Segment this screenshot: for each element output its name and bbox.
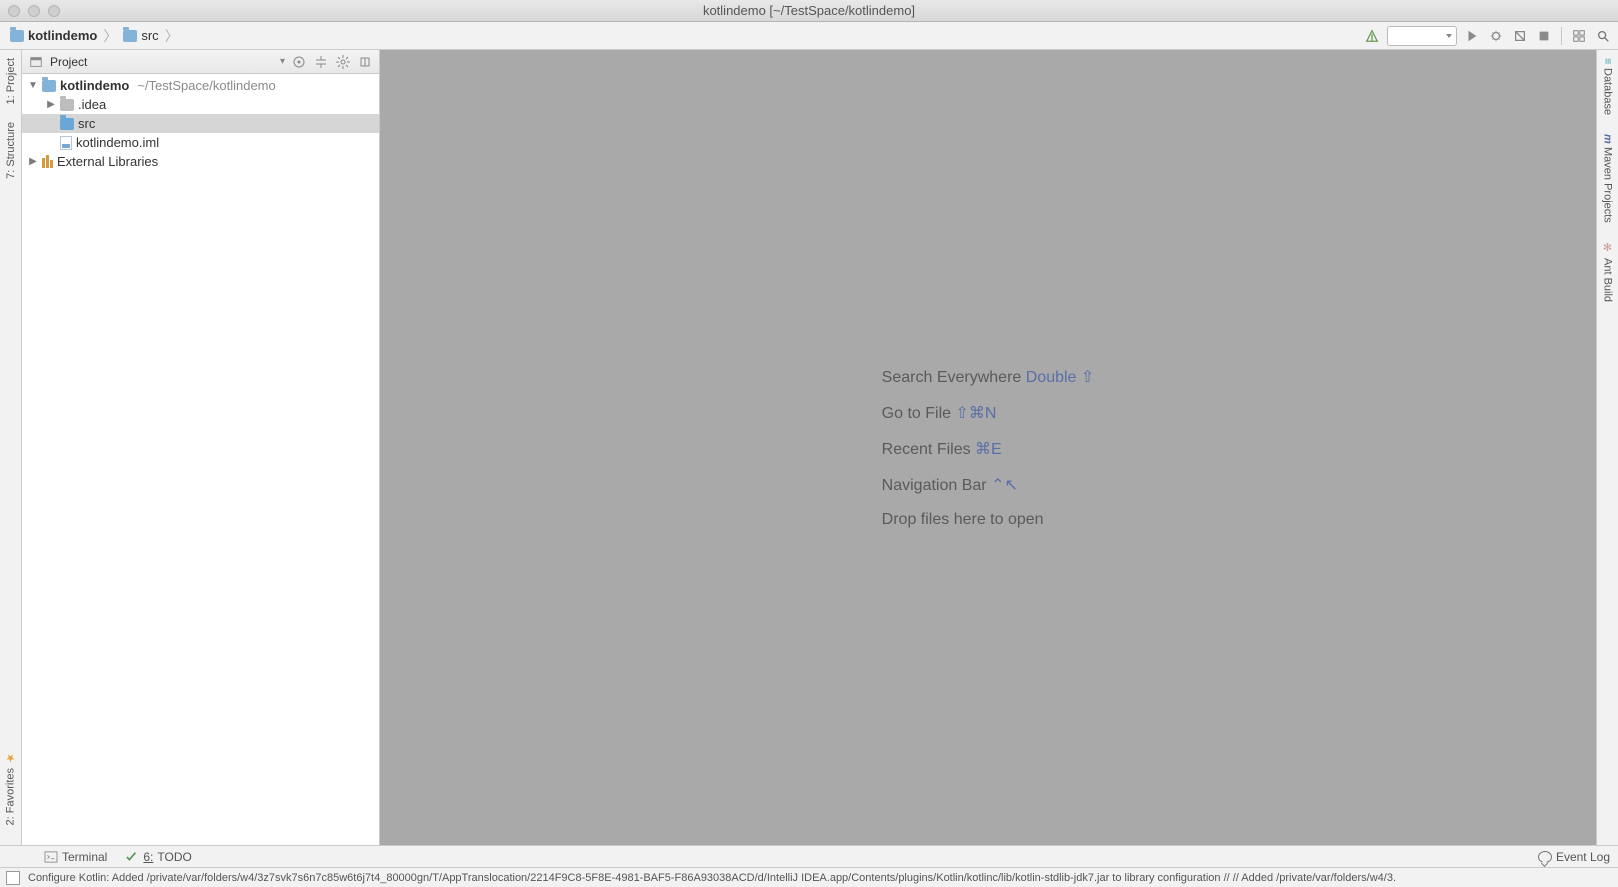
traffic-lights [8, 5, 60, 17]
run-button[interactable] [1463, 27, 1481, 45]
title-bar: kotlindemo [~/TestSpace/kotlindemo] [0, 0, 1618, 22]
tree-node-external-libraries[interactable]: ▶ External Libraries [22, 152, 379, 171]
tree-root-node[interactable]: ▼ kotlindemo ~/TestSpace/kotlindemo [22, 76, 379, 95]
chevron-down-icon[interactable]: ▾ [280, 56, 285, 67]
tool-tab-database-label: Database [1602, 68, 1614, 115]
hint-shortcut: Double ⇧ [1026, 369, 1095, 386]
breadcrumb-separator: 〉 [103, 26, 117, 46]
hint-recent-files: Recent Files ⌘E [882, 439, 1095, 459]
breadcrumb-src[interactable]: src [119, 26, 162, 45]
hint-drop-files: Drop files here to open [882, 511, 1095, 529]
bottom-tool-bar: Terminal 6: TODO Event Log [0, 845, 1618, 867]
tree-node-src-label: src [78, 116, 95, 131]
project-structure-button[interactable] [1570, 27, 1588, 45]
expand-arrow-icon[interactable]: ▶ [28, 156, 38, 167]
tool-tab-project[interactable]: 1: Project [5, 54, 17, 108]
project-tool-window: Project ▾ ▼ kotlindemo ~/TestSpace/kotli… [22, 50, 380, 845]
stop-button[interactable] [1535, 27, 1553, 45]
tool-tab-ant[interactable]: ✻ Ant Build [1601, 237, 1614, 306]
hint-goto-file: Go to File ⇧⌘N [882, 403, 1095, 423]
main-area: 1: Project 7: Structure 2: Favorites ★ P… [0, 50, 1618, 845]
folder-icon [10, 30, 24, 42]
right-tool-gutter: ≡ Database m Maven Projects ✻ Ant Build [1596, 50, 1618, 845]
tree-node-iml-label: kotlindemo.iml [76, 135, 159, 150]
separator [1561, 27, 1562, 45]
tool-tab-event-log-label: Event Log [1556, 850, 1610, 864]
tool-tab-maven[interactable]: m Maven Projects [1602, 130, 1614, 228]
breadcrumb-src-label: src [141, 28, 158, 43]
tool-tab-structure-label: 7: Structure [5, 122, 17, 179]
expand-arrow-icon[interactable]: ▶ [46, 99, 56, 110]
navigation-bar: kotlindemo 〉 src 〉 [0, 22, 1618, 50]
tool-tab-todo-num: 6: [143, 850, 153, 864]
minimize-window-button[interactable] [28, 5, 40, 17]
folder-icon [123, 30, 137, 42]
iml-file-icon [60, 136, 72, 150]
project-view-icon [28, 54, 44, 70]
window-title: kotlindemo [~/TestSpace/kotlindemo] [0, 3, 1618, 18]
tool-windows-toggle-button[interactable] [6, 871, 20, 885]
search-everywhere-button[interactable] [1594, 27, 1612, 45]
hint-label: Go to File [882, 405, 951, 422]
run-configuration-select[interactable] [1387, 26, 1457, 46]
tool-tab-project-label: 1: Project [5, 58, 17, 104]
collapse-all-button[interactable] [313, 54, 329, 70]
chevron-down-icon [1446, 34, 1452, 38]
status-message: Configure Kotlin: Added /private/var/fol… [28, 872, 1612, 884]
project-tree[interactable]: ▼ kotlindemo ~/TestSpace/kotlindemo ▶ .i… [22, 74, 379, 845]
make-project-button[interactable] [1363, 27, 1381, 45]
breadcrumb-project-label: kotlindemo [28, 28, 97, 43]
editor-empty-area[interactable]: Search Everywhere Double ⇧ Go to File ⇧⌘… [380, 50, 1596, 845]
breadcrumb-project[interactable]: kotlindemo [6, 26, 101, 45]
tool-tab-todo-label: TODO [157, 850, 191, 864]
breadcrumbs: kotlindemo 〉 src 〉 [6, 26, 179, 46]
hint-label: Drop files here to open [882, 511, 1044, 528]
libraries-icon [42, 155, 53, 168]
toolbar-right [1363, 26, 1612, 46]
close-window-button[interactable] [8, 5, 20, 17]
hint-search-everywhere: Search Everywhere Double ⇧ [882, 367, 1095, 387]
hint-shortcut: ⌃↖ [991, 477, 1018, 494]
tree-node-iml[interactable]: kotlindemo.iml [22, 133, 379, 152]
tree-node-idea[interactable]: ▶ .idea [22, 95, 379, 114]
project-panel-title: Project [50, 55, 274, 69]
status-bar: Configure Kotlin: Added /private/var/fol… [0, 867, 1618, 887]
tool-tab-event-log[interactable]: Event Log [1538, 850, 1610, 864]
coverage-button[interactable] [1511, 27, 1529, 45]
tool-tab-maven-label: Maven Projects [1602, 147, 1614, 223]
zoom-window-button[interactable] [48, 5, 60, 17]
tool-tab-favorites-label: 2: Favorites [5, 768, 17, 825]
tree-root-path: ~/TestSpace/kotlindemo [137, 78, 275, 93]
hint-label: Navigation Bar [882, 477, 987, 494]
hint-shortcut: ⇧⌘N [955, 405, 996, 422]
folder-icon [60, 99, 74, 111]
hint-label: Search Everywhere [882, 369, 1022, 386]
event-log-icon [1538, 851, 1552, 863]
tree-node-extlib-label: External Libraries [57, 154, 158, 169]
locate-button[interactable] [291, 54, 307, 70]
hint-navigation-bar: Navigation Bar ⌃↖ [882, 475, 1095, 495]
hint-label: Recent Files [882, 441, 971, 458]
tool-tab-database[interactable]: ≡ Database [1602, 54, 1614, 120]
project-panel-header: Project ▾ [22, 50, 379, 74]
hint-shortcut: ⌘E [975, 441, 1002, 458]
left-tool-gutter: 1: Project 7: Structure 2: Favorites ★ [0, 50, 22, 845]
tool-tab-ant-label: Ant Build [1602, 258, 1614, 302]
tool-tab-terminal-label: Terminal [62, 850, 107, 864]
module-folder-icon [42, 80, 56, 92]
expand-arrow-icon[interactable]: ▼ [28, 80, 38, 91]
tree-node-src[interactable]: src [22, 114, 379, 133]
tool-tab-structure[interactable]: 7: Structure [5, 118, 17, 183]
tree-node-idea-label: .idea [78, 97, 106, 112]
editor-hints: Search Everywhere Double ⇧ Go to File ⇧⌘… [882, 367, 1095, 529]
hide-panel-button[interactable] [357, 54, 373, 70]
settings-gear-button[interactable] [335, 54, 351, 70]
source-folder-icon [60, 118, 74, 130]
tool-tab-todo[interactable]: 6: TODO [125, 850, 191, 864]
breadcrumb-separator: 〉 [165, 26, 179, 46]
tree-root-label: kotlindemo [60, 78, 129, 93]
tool-tab-favorites[interactable]: 2: Favorites ★ [4, 747, 17, 829]
tool-tab-terminal[interactable]: Terminal [44, 850, 107, 864]
debug-button[interactable] [1487, 27, 1505, 45]
